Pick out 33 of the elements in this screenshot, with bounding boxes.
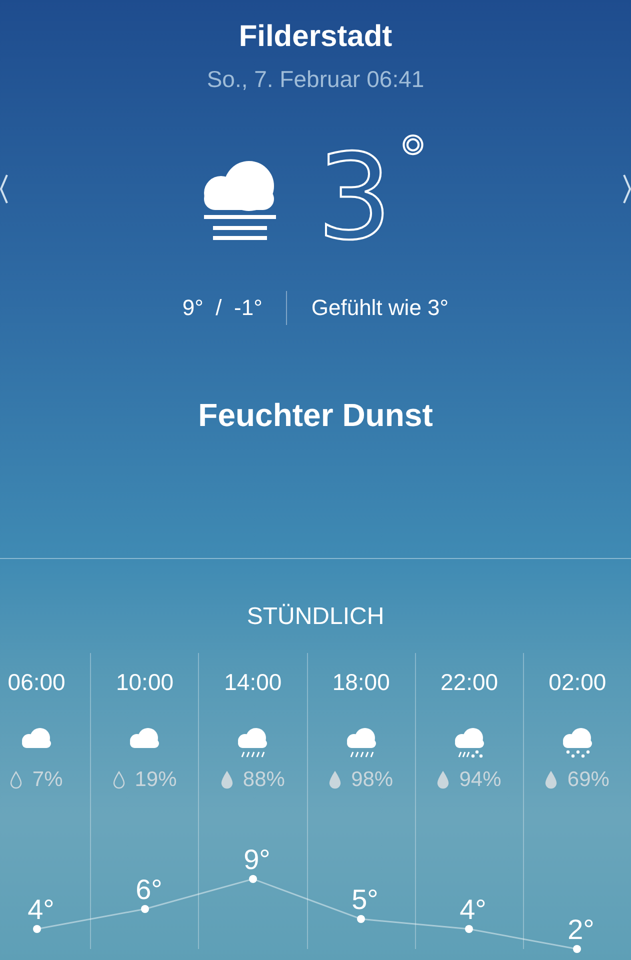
temperature-point	[141, 905, 149, 913]
chevron-left-icon[interactable]	[0, 173, 8, 205]
city-name: Filderstadt	[238, 20, 392, 54]
precipitation-chance: 7%	[32, 768, 63, 792]
hour-time: 14:00	[224, 669, 282, 696]
precipitation-chance: 98%	[351, 768, 394, 792]
temperature-label: 9°	[244, 844, 270, 875]
precipitation-chance: 19%	[134, 768, 177, 792]
hour-time: 10:00	[116, 669, 174, 696]
weather-condition: Feuchter Dunst	[198, 397, 433, 434]
hour-time: 02:00	[548, 669, 606, 696]
temperature-label: 2°	[568, 914, 594, 945]
temperature-label: 4°	[28, 894, 54, 925]
current-temperature: 3°	[316, 124, 430, 268]
temperature-point	[465, 925, 473, 933]
date-time: So., 7. Februar 06:41	[206, 66, 424, 93]
chevron-right-icon[interactable]	[623, 173, 631, 205]
hour-time: 18:00	[332, 669, 390, 696]
hour-time: 22:00	[440, 669, 498, 696]
temperature-label: 5°	[352, 884, 378, 915]
temperature-point	[33, 925, 41, 933]
temperature-point	[249, 875, 257, 883]
feels-like-temperature: Gefühlt wie 3°	[311, 295, 449, 321]
temperature-point	[573, 945, 581, 953]
precipitation-chance: 94%	[459, 768, 502, 792]
precipitation-chance: 69%	[567, 768, 610, 792]
hour-time: 06:00	[8, 669, 66, 696]
temperature-label: 6°	[136, 874, 162, 905]
temperature-label: 4°	[460, 894, 486, 925]
high-low-temperature: 9° / -1°	[182, 295, 262, 321]
temperature-point	[357, 915, 365, 923]
precipitation-chance: 88%	[242, 768, 285, 792]
hourly-heading: STÜNDLICH	[246, 603, 384, 631]
